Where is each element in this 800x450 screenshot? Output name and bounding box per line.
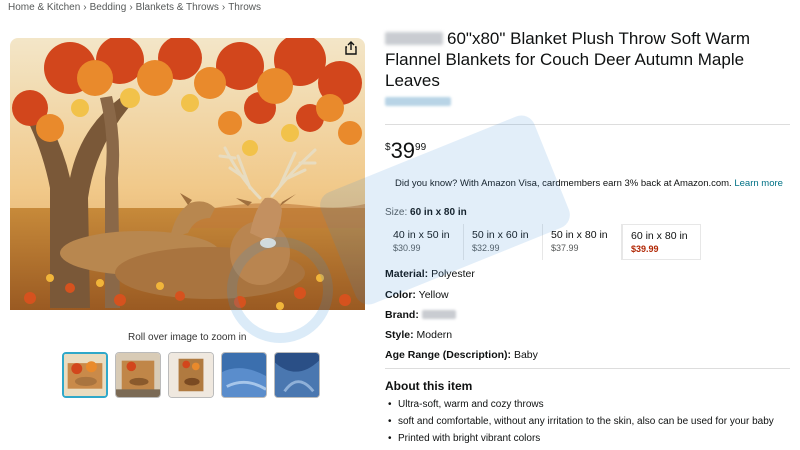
spec-key: Age Range (Description): [385, 349, 512, 361]
size-options: 40 in x 50 in $30.99 50 in x 60 in $32.9… [385, 224, 701, 260]
thumbnail-blanket-on-chair[interactable] [168, 352, 214, 398]
size-option-60x80[interactable]: 60 in x 80 in $39.99 [622, 224, 701, 260]
size-option-50x80[interactable]: 50 in x 80 in $37.99 [543, 224, 622, 260]
price: $3999 [385, 138, 426, 164]
size-label-key: Size: [385, 207, 408, 218]
share-button[interactable] [341, 38, 361, 58]
size-selected-value: 60 in x 80 in [410, 207, 467, 218]
size-label: Size: 60 in x 80 in [385, 207, 467, 218]
size-option-name: 50 in x 60 in [472, 229, 529, 241]
breadcrumb-separator: › [129, 2, 133, 13]
price-fraction: 99 [415, 142, 427, 153]
size-option-price: $37.99 [551, 243, 579, 253]
thumbnail-blue-flannel[interactable] [221, 352, 267, 398]
thumbnail-denim-fabric[interactable] [274, 352, 320, 398]
spec-age-range: Age Range (Description): Baby [385, 349, 538, 361]
spec-color: Color: Yellow [385, 289, 449, 301]
spec-key: Style: [385, 329, 414, 341]
breadcrumb-home-kitchen[interactable]: Home & Kitchen [8, 2, 80, 13]
size-option-price: $39.99 [631, 244, 659, 254]
size-option-name: 50 in x 80 in [551, 229, 608, 241]
breadcrumb-blankets-throws[interactable]: Blankets & Throws [136, 2, 219, 13]
about-bullets: Ultra-soft, warm and cozy throws soft an… [388, 399, 774, 450]
spec-brand: Brand: [385, 309, 456, 321]
price-whole: 39 [390, 138, 416, 163]
redacted-brand-prefix [385, 32, 443, 45]
spec-value: Modern [416, 329, 453, 341]
size-option-50x60[interactable]: 50 in x 60 in $32.99 [464, 224, 543, 260]
spec-value: Polyester [431, 268, 475, 280]
product-title: 60"x80" Blanket Plush Throw Soft Warm Fl… [385, 28, 795, 91]
breadcrumb: Home & Kitchen › Bedding › Blankets & Throws… [8, 2, 261, 13]
about-heading: About this item [385, 379, 473, 393]
breadcrumb-throws[interactable]: Throws [228, 2, 261, 13]
share-icon [345, 41, 357, 55]
size-option-name: 40 in x 50 in [393, 229, 450, 241]
size-option-price: $32.99 [472, 243, 500, 253]
spec-key: Material: [385, 268, 429, 280]
visa-promo: Did you know? With Amazon Visa, cardmemb… [395, 178, 783, 189]
main-product-image[interactable] [10, 38, 365, 310]
spec-style: Style: Modern [385, 329, 452, 341]
learn-more-link[interactable]: Learn more [734, 178, 783, 189]
about-bullet: Ultra-soft, warm and cozy throws [388, 399, 774, 410]
breadcrumb-separator: › [83, 2, 87, 13]
spec-material: Material: Polyester [385, 268, 475, 280]
thumbnail-deer-blanket[interactable] [62, 352, 108, 398]
size-option-40x50[interactable]: 40 in x 50 in $30.99 [385, 224, 464, 260]
spec-value: Baby [513, 349, 538, 361]
visit-store-link[interactable] [385, 97, 451, 106]
spec-key: Brand: [385, 309, 419, 321]
promo-text: Did you know? With Amazon Visa, cardmemb… [395, 178, 732, 189]
redacted-brand-value [421, 310, 456, 319]
divider [385, 368, 790, 369]
divider [385, 124, 790, 125]
size-option-price: $30.99 [393, 243, 421, 253]
breadcrumb-separator: › [221, 2, 226, 13]
zoom-hint: Roll over image to zoom in [128, 332, 247, 343]
spec-value: Yellow [418, 289, 449, 301]
thumbnail-blanket-on-couch[interactable] [115, 352, 161, 398]
spec-key: Color: [385, 289, 416, 301]
thumbnail-strip [62, 352, 320, 398]
size-option-name: 60 in x 80 in [631, 230, 688, 242]
breadcrumb-bedding[interactable]: Bedding [90, 2, 127, 13]
about-bullet: Printed with bright vibrant colors [388, 433, 774, 444]
about-bullet: soft and comfortable, without any irrita… [388, 416, 774, 427]
